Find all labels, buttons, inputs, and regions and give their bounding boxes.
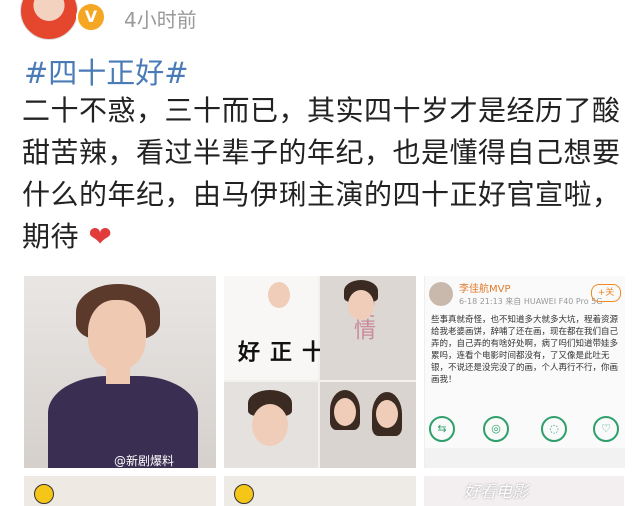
topic-hashtag-link[interactable]: #四十正好# [24, 50, 189, 92]
comment-text: 些事真就奇怪，也不知道多大就多大坑，程着资源给我老婆画饼，辞哺了还在画，现在都在… [431, 315, 619, 385]
post-body: 二十不惑，三十而已，其实四十岁才是经历了酸甜苦辣，看过半辈子的年纪，也是懂得自己… [22, 90, 622, 258]
channel-logo-icon [234, 484, 254, 504]
channel-logo-icon [34, 484, 54, 504]
avatar[interactable] [20, 0, 78, 40]
follow-button: +关 [591, 284, 621, 302]
face-shape [88, 300, 146, 370]
comment-username: 李佳航MVP [459, 284, 511, 295]
collage-panel-1: 四十正好 [224, 276, 355, 380]
repost-icon: ◎ [483, 416, 509, 442]
mini-face [348, 290, 374, 320]
mini-face [334, 398, 356, 426]
comment-avatar [429, 282, 453, 306]
image-tile-3[interactable]: 李佳航MVP 6-18 21:13 来自 HUAWEI F40 Pro 5G +… [424, 276, 625, 468]
heart-icon: ❤ [88, 220, 113, 253]
comment-icon: ◌ [541, 416, 567, 442]
image-tile-5[interactable] [224, 476, 416, 506]
like-icon: ♡ [593, 416, 619, 442]
comment-footer-bar [425, 448, 625, 468]
image-watermark: @新剧爆料 [114, 454, 175, 468]
comment-actions: ⇆ ◎ ◌ ♡ [425, 412, 625, 442]
mini-face [252, 404, 288, 446]
image-tile-4[interactable] [24, 476, 216, 506]
verified-badge-icon: V [76, 2, 106, 32]
image-tile-2[interactable]: 四十正好 爱情 [224, 276, 416, 468]
collage-panel-2: 爱情 [320, 276, 416, 380]
post-header: V 4小时前 [0, 0, 640, 40]
image-tile-6[interactable]: 好看电影 [424, 476, 624, 506]
mini-face [376, 400, 398, 428]
collage-panel-3 [224, 382, 318, 468]
share-icon: ⇆ [429, 416, 455, 442]
image-tile-1[interactable]: @新剧爆料 [24, 276, 216, 468]
mini-face [268, 282, 290, 308]
comment-meta: 6-18 21:13 来自 HUAWEI F40 Pro 5G [459, 297, 603, 306]
image-grid: @新剧爆料 四十正好 爱情 李佳航MVP 6-18 21:13 来自 HUAWE… [24, 276, 625, 506]
post-time: 4小时前 [124, 8, 197, 32]
image-watermark: 好看电影 [464, 482, 529, 501]
collage-panel-4 [320, 382, 416, 468]
